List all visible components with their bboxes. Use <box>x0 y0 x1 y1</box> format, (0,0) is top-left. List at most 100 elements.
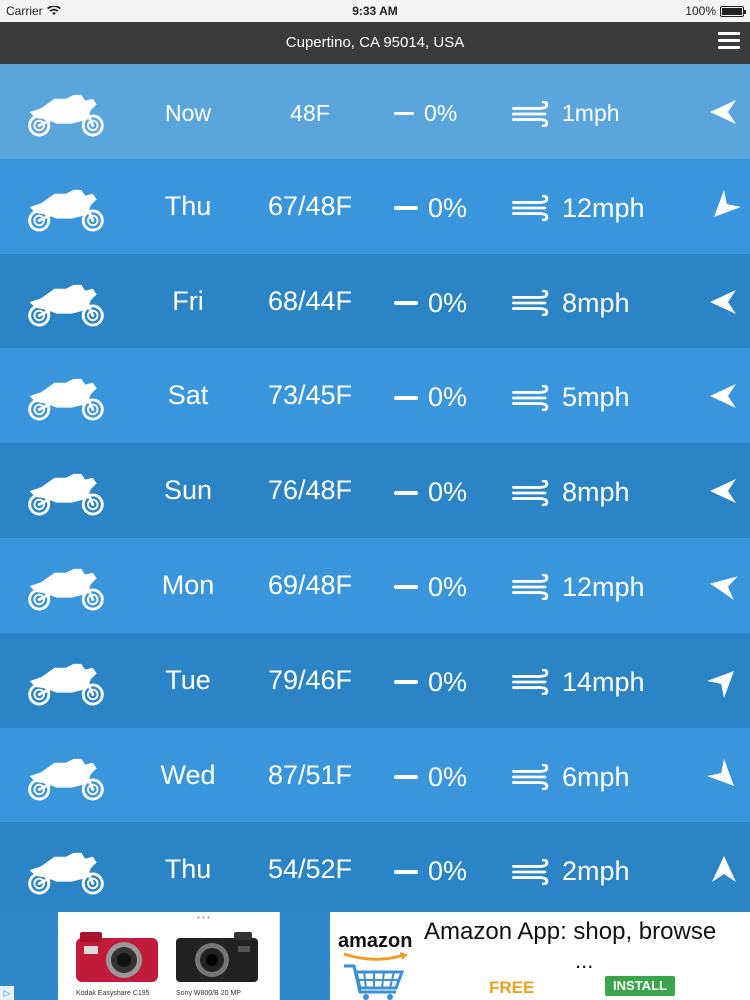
wind-speed: 14mph <box>562 666 645 697</box>
motorcycle-icon <box>28 663 104 706</box>
precipitation-value: 0% <box>424 100 458 126</box>
wind-direction-arrow-icon <box>710 576 738 600</box>
wind-icon <box>512 100 549 127</box>
precipitation-dash-icon <box>394 680 418 685</box>
wind-icon <box>512 764 549 791</box>
wind-direction-arrow-icon <box>707 758 734 786</box>
wind-icon <box>512 479 549 506</box>
amazon-brand-text: amazon <box>338 930 413 952</box>
precipitation-dash-icon <box>394 585 418 590</box>
wind-speed: 8mph <box>562 477 630 508</box>
forecast-day: Mon <box>161 569 215 600</box>
forecast-row[interactable]: Now 48F 0% 1mph <box>0 64 750 159</box>
wind-icon <box>512 290 549 317</box>
ad-install-button[interactable]: INSTALL <box>605 976 675 996</box>
forecast-row[interactable]: Mon 69/48F 0% 12mph <box>0 537 750 633</box>
forecast-temperature: 48F <box>290 100 330 126</box>
forecast-row[interactable]: Thu 54/52F 0% 2mph <box>0 822 750 918</box>
wind-speed: 2mph <box>562 856 630 887</box>
wind-direction-arrow-icon <box>710 479 736 504</box>
amazon-smile-icon <box>343 952 408 961</box>
forecast-wind: 8mph <box>510 288 630 319</box>
forecast-temperature: 68/44F <box>267 285 353 316</box>
motorcycle-icon <box>28 284 104 327</box>
precipitation-dash-icon <box>394 775 418 780</box>
forecast-day: Now <box>164 100 211 126</box>
precipitation-value: 0% <box>428 571 468 602</box>
black-camera-image <box>176 932 258 982</box>
forecast-wind: 12mph <box>510 572 645 603</box>
ad-padding-middle <box>280 912 330 1000</box>
hamburger-menu-icon[interactable] <box>718 32 740 52</box>
forecast-wind: 8mph <box>510 477 630 508</box>
ad-headline: Amazon App: shop, browse <box>424 918 717 945</box>
forecast-precipitation: 0% <box>394 572 467 603</box>
precipitation-value: 0% <box>428 477 468 508</box>
red-camera-image <box>76 932 158 982</box>
forecast-row[interactable]: Thu 67/48F 0% 12mph <box>0 158 750 254</box>
forecast-row[interactable]: Sun 76/48F 0% 8mph <box>0 443 750 538</box>
wind-speed: 5mph <box>562 382 630 413</box>
motorcycle-icon <box>28 94 104 137</box>
precipitation-dash-icon <box>394 301 418 306</box>
forecast-precipitation: 0% <box>394 382 467 413</box>
precipitation-value: 0% <box>428 192 468 223</box>
forecast-day: Wed <box>160 759 216 790</box>
forecast-wind: 5mph <box>510 382 630 413</box>
wind-direction-arrow-icon <box>714 189 741 217</box>
ad-free-label: FREE <box>489 978 535 997</box>
motorcycle-icon <box>28 474 104 516</box>
status-time: 9:33 AM <box>352 4 398 18</box>
wind-speed: 1mph <box>562 100 620 126</box>
precipitation-dash-icon <box>394 490 418 495</box>
amazon-logo[interactable]: amazon <box>330 912 420 1000</box>
forecast-precipitation: 0% <box>394 193 467 224</box>
product-2-caption: Sony W800/B 20 MP <box>176 990 241 997</box>
forecast-temperature: 54/52F <box>267 854 353 885</box>
forecast-day: Sat <box>167 380 209 411</box>
forecast-day: Fri <box>172 285 204 316</box>
forecast-day: Tue <box>165 664 211 695</box>
wind-icon <box>512 858 549 885</box>
wind-icon <box>512 384 549 411</box>
motorcycle-icon <box>28 568 104 611</box>
forecast-temperature: 67/48F <box>267 190 353 221</box>
forecast-wind: 14mph <box>510 667 645 698</box>
forecast-precipitation: 0% <box>394 100 457 127</box>
forecast-temperature: 87/51F <box>267 759 353 790</box>
forecast-row[interactable]: Tue 79/46F 0% 14mph <box>0 632 750 728</box>
forecast-wind: 1mph <box>510 100 620 127</box>
battery-icon <box>720 5 746 17</box>
precipitation-dash-icon <box>394 206 418 211</box>
precipitation-value: 0% <box>428 287 468 318</box>
precipitation-dash-icon <box>394 112 414 115</box>
wind-direction-arrow-icon <box>710 384 736 409</box>
wind-speed: 12mph <box>562 571 645 602</box>
forecast-precipitation: 0% <box>394 762 467 793</box>
forecast-wind: 12mph <box>510 193 645 224</box>
forecast-row[interactable]: Fri 68/44F 0% 8mph <box>0 253 750 349</box>
ad-product-images[interactable]: • • • Kodak Easyshare C195 Sony W800/B 2… <box>62 912 280 1000</box>
forecast-day: Thu <box>164 854 212 885</box>
motorcycle-icon <box>28 189 104 232</box>
forecast-precipitation: 0% <box>394 856 467 887</box>
forecast-row[interactable]: Sat 73/45F 0% 5mph <box>0 348 750 444</box>
precipitation-value: 0% <box>428 382 468 413</box>
precipitation-value: 0% <box>428 666 468 697</box>
forecast-wind: 6mph <box>510 762 630 793</box>
forecast-day: Sun <box>163 475 213 506</box>
wind-speed: 8mph <box>562 287 630 318</box>
ad-info-icon[interactable]: ▷ <box>0 986 14 1000</box>
wind-speed: 12mph <box>562 192 645 223</box>
wind-direction-arrow-icon <box>710 100 736 124</box>
wind-direction-arrow-icon <box>712 856 736 883</box>
forecast-temperature: 73/45F <box>267 380 353 411</box>
wind-direction-arrow-icon <box>707 670 734 698</box>
forecast-temperature: 79/46F <box>267 664 353 695</box>
wind-icon <box>512 574 549 601</box>
ad-banner[interactable]: ▷ • • • Kodak Easyshare C195 Sony W800/B… <box>0 912 750 1000</box>
forecast-row[interactable]: Wed 87/51F 0% 6mph <box>0 727 750 823</box>
battery-percent: 100% <box>685 4 716 18</box>
precipitation-dash-icon <box>394 395 418 400</box>
forecast-wind: 2mph <box>510 856 630 887</box>
